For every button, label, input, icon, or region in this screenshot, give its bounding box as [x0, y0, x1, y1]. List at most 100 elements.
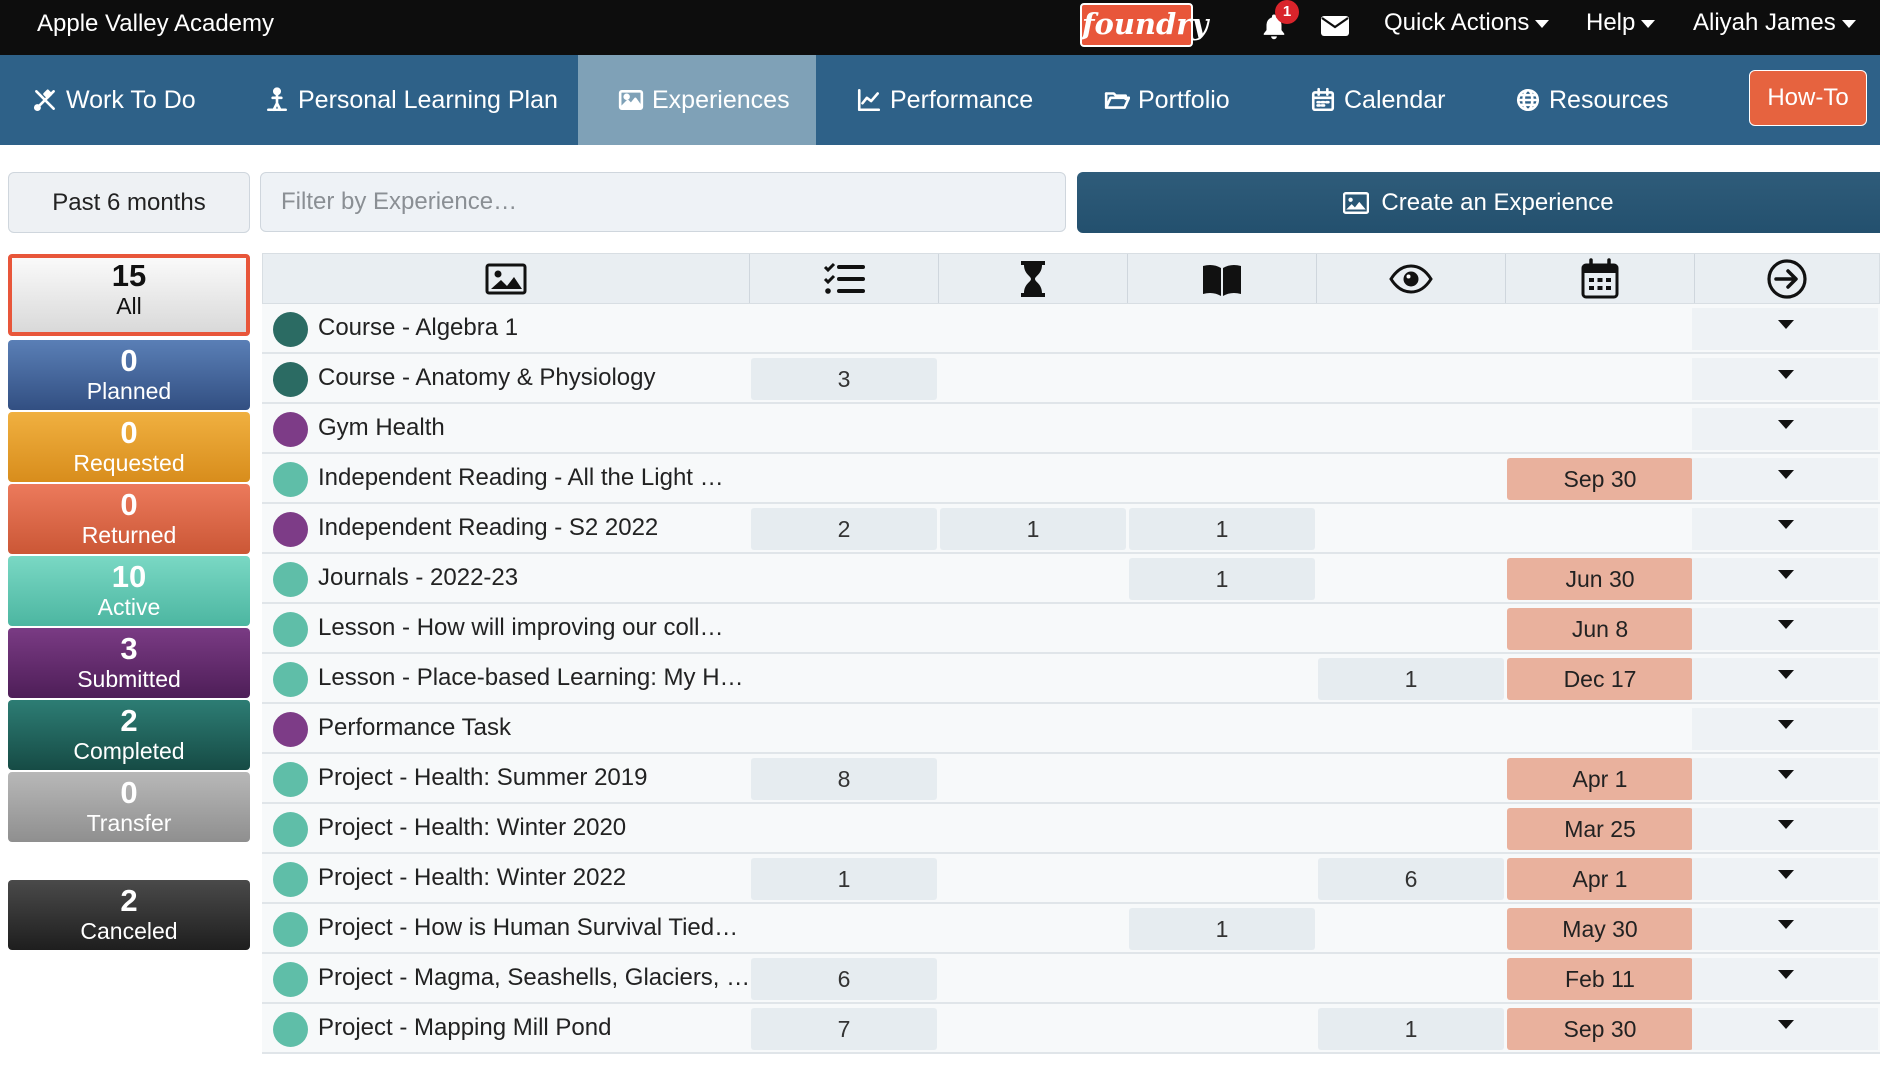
experience-title[interactable]: Performance Task	[318, 704, 511, 752]
experience-title[interactable]: Gym Health	[318, 404, 445, 452]
nav-work-to-do[interactable]: Work To Do	[32, 55, 196, 145]
status-filter-active[interactable]: 10 Active	[8, 556, 250, 626]
nav-portfolio[interactable]: Portfolio	[1104, 55, 1230, 145]
table-row[interactable]: Journals - 2022-23 1 Jun 30	[262, 554, 1880, 604]
caret-down-icon	[1778, 420, 1794, 429]
row-actions-dropdown[interactable]	[1692, 458, 1878, 500]
experience-title[interactable]: Project - Health: Summer 2019	[318, 754, 647, 802]
table-row[interactable]: Lesson - Place-based Learning: My H… 1 Dec…	[262, 654, 1880, 704]
column-header-reading[interactable]	[1128, 254, 1317, 303]
table-row[interactable]: Project - Mapping Mill Pond 7 1 Sep 30	[262, 1004, 1880, 1054]
experience-title[interactable]: Project - Magma, Seashells, Glaciers, …	[318, 954, 750, 1002]
table-row[interactable]: Project - Health: Winter 2020 Mar 25	[262, 804, 1880, 854]
status-label: Requested	[73, 450, 185, 476]
nav-performance[interactable]: Performance	[856, 55, 1033, 145]
experience-title[interactable]: Course - Anatomy & Physiology	[318, 354, 656, 402]
nav-calendar[interactable]: Calendar	[1310, 55, 1445, 145]
status-dot	[273, 512, 308, 547]
reading-count: 1	[1129, 508, 1315, 550]
status-filter-submitted[interactable]: 3 Submitted	[8, 628, 250, 698]
experience-title[interactable]: Journals - 2022-23	[318, 554, 518, 602]
task-count: 1	[751, 858, 937, 900]
table-row[interactable]: Gym Health	[262, 404, 1880, 454]
experience-title[interactable]: Lesson - How will improving our coll…	[318, 604, 723, 652]
experience-filter-input[interactable]	[260, 172, 1066, 232]
mail-icon[interactable]	[1320, 14, 1350, 38]
create-experience-button[interactable]: Create an Experience	[1077, 172, 1880, 233]
foundry-logo[interactable]: foundry	[1080, 3, 1208, 47]
time-period-select[interactable]: Past 6 months	[8, 172, 250, 233]
eye-icon	[1389, 263, 1433, 294]
status-filter-requested[interactable]: 0 Requested	[8, 412, 250, 482]
quick-actions-label: Quick Actions	[1384, 9, 1530, 36]
task-count: 2	[751, 508, 937, 550]
table-row[interactable]: Project - Health: Winter 2022 1 6 Apr 1	[262, 854, 1880, 904]
status-filter-completed[interactable]: 2 Completed	[8, 700, 250, 770]
column-header-pending[interactable]	[939, 254, 1128, 303]
status-filter-returned[interactable]: 0 Returned	[8, 484, 250, 554]
row-actions-dropdown[interactable]	[1692, 308, 1878, 350]
row-actions-dropdown[interactable]	[1692, 708, 1878, 750]
column-header-experience[interactable]	[263, 254, 750, 303]
experience-title[interactable]: Independent Reading - S2 2022	[318, 504, 658, 552]
table-row[interactable]: Course - Algebra 1	[262, 304, 1880, 354]
nav-personal-learning-plan[interactable]: Personal Learning Plan	[264, 55, 558, 145]
status-count: 2	[120, 883, 138, 918]
status-filter-all[interactable]: 15 All	[8, 254, 250, 336]
table-row[interactable]: Independent Reading - S2 2022 2 1 1	[262, 504, 1880, 554]
table-row[interactable]: Project - Magma, Seashells, Glaciers, … 6…	[262, 954, 1880, 1004]
table-row[interactable]: Independent Reading - All the Light … Sep…	[262, 454, 1880, 504]
column-header-due-date[interactable]	[1506, 254, 1695, 303]
row-actions-dropdown[interactable]	[1692, 408, 1878, 450]
status-dot	[273, 712, 308, 747]
status-dot	[273, 412, 308, 447]
nav-resources[interactable]: Resources	[1515, 55, 1669, 145]
experience-title[interactable]: Project - Health: Winter 2020	[318, 804, 626, 852]
status-count: 0	[120, 343, 138, 378]
row-actions-dropdown[interactable]	[1692, 508, 1878, 550]
due-date-badge: May 30	[1507, 908, 1693, 950]
create-experience-label: Create an Experience	[1381, 188, 1614, 216]
experience-title[interactable]: Project - How is Human Survival Tied…	[318, 904, 738, 952]
experience-title[interactable]: Project - Mapping Mill Pond	[318, 1004, 611, 1052]
table-row[interactable]: Project - Health: Summer 2019 8 Apr 1	[262, 754, 1880, 804]
row-actions-dropdown[interactable]	[1692, 1008, 1878, 1050]
experience-title[interactable]: Independent Reading - All the Light …	[318, 454, 724, 502]
row-actions-dropdown[interactable]	[1692, 958, 1878, 1000]
experience-title[interactable]: Lesson - Place-based Learning: My H…	[318, 654, 744, 702]
user-menu[interactable]: Aliyah James	[1693, 9, 1856, 37]
row-actions-dropdown[interactable]	[1692, 558, 1878, 600]
row-actions-dropdown[interactable]	[1692, 808, 1878, 850]
table-row[interactable]: Lesson - How will improving our coll… Jun…	[262, 604, 1880, 654]
quick-actions-menu[interactable]: Quick Actions	[1384, 9, 1550, 37]
review-count: 1	[1318, 1008, 1504, 1050]
how-to-button[interactable]: How-To	[1749, 70, 1867, 126]
row-actions-dropdown[interactable]	[1692, 758, 1878, 800]
row-actions-dropdown[interactable]	[1692, 358, 1878, 400]
experience-title[interactable]: Project - Health: Winter 2022	[318, 854, 626, 902]
column-header-tasks[interactable]	[750, 254, 939, 303]
status-filter-transfer[interactable]: 0 Transfer	[8, 772, 250, 842]
nav-calendar-label: Calendar	[1344, 85, 1446, 114]
caret-down-icon	[1778, 370, 1794, 379]
nav-experiences[interactable]: Experiences	[578, 55, 816, 145]
status-filter-planned[interactable]: 0 Planned	[8, 340, 250, 410]
caret-down-icon	[1778, 720, 1794, 729]
table-row[interactable]: Course - Anatomy & Physiology 3	[262, 354, 1880, 404]
caret-down-icon	[1778, 1020, 1794, 1029]
row-actions-dropdown[interactable]	[1692, 658, 1878, 700]
status-label: Planned	[86, 378, 172, 404]
column-header-open[interactable]	[1695, 254, 1879, 303]
experience-title[interactable]: Course - Algebra 1	[318, 304, 518, 352]
row-actions-dropdown[interactable]	[1692, 608, 1878, 650]
table-row[interactable]: Project - How is Human Survival Tied… 1 Ma…	[262, 904, 1880, 954]
status-filter-canceled[interactable]: 2 Canceled	[8, 880, 250, 950]
help-menu[interactable]: Help	[1586, 9, 1656, 37]
status-dot	[273, 612, 308, 647]
caret-down-icon	[1778, 820, 1794, 829]
row-actions-dropdown[interactable]	[1692, 858, 1878, 900]
column-header-review[interactable]	[1317, 254, 1506, 303]
table-row[interactable]: Performance Task	[262, 704, 1880, 754]
chart-line-icon	[857, 88, 881, 112]
row-actions-dropdown[interactable]	[1692, 908, 1878, 950]
